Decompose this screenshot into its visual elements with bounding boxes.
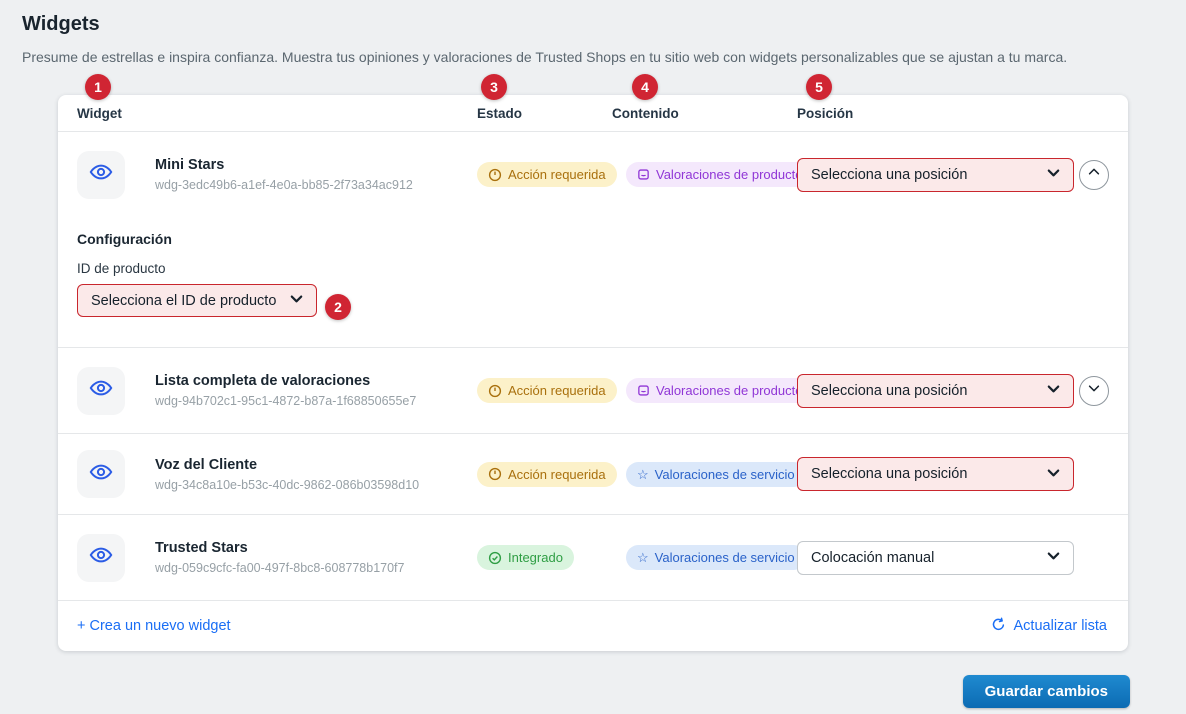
widget-row-mini-stars: Mini Stars wdg-3edc49b6-a1ef-4e0a-bb85-2… <box>58 132 1128 348</box>
collapse-row-button[interactable] <box>1079 159 1109 190</box>
page-title: Widgets <box>22 13 100 35</box>
status-badge: Acción requerida <box>477 378 617 403</box>
widget-name: Lista completa de valoraciones <box>155 373 371 389</box>
table-row: Trusted Stars wdg-059c9cfc-fa00-497f-8bc… <box>58 515 1128 600</box>
eye-icon <box>89 160 113 189</box>
refresh-list-link[interactable]: Actualizar lista <box>991 617 1107 636</box>
create-widget-link[interactable]: + Crea un nuevo widget <box>77 618 231 634</box>
clock-icon <box>488 384 502 398</box>
star-icon: ☆ <box>637 550 649 565</box>
expand-row-button[interactable] <box>1079 375 1109 406</box>
check-circle-icon <box>488 551 502 565</box>
status-badge: Acción requerida <box>477 162 617 187</box>
eye-icon <box>89 376 113 405</box>
product-box-icon <box>637 168 650 181</box>
position-select[interactable]: Selecciona una posición <box>797 157 1074 192</box>
eye-icon <box>89 543 113 572</box>
table-row: Lista completa de valoraciones wdg-94b70… <box>58 348 1128 433</box>
widget-id: wdg-94b702c1-95c1-4872-b87a-1f68850655e7 <box>155 394 417 408</box>
widget-row-trusted-stars: Trusted Stars wdg-059c9cfc-fa00-497f-8bc… <box>58 515 1128 601</box>
clock-icon <box>488 467 502 481</box>
position-select[interactable]: Selecciona una posición <box>797 373 1074 408</box>
widget-name: Voz del Cliente <box>155 456 258 473</box>
annotation-badge-5: 5 <box>806 74 832 100</box>
widget-id: wdg-059c9cfc-fa00-497f-8bc8-608778b170f7 <box>155 561 405 575</box>
preview-eye-button[interactable] <box>77 450 125 498</box>
chevron-down-icon <box>1087 381 1101 400</box>
eye-icon <box>89 460 113 489</box>
column-header-widget: Widget <box>77 105 122 121</box>
preview-eye-button[interactable] <box>77 533 125 582</box>
widgets-page: Widgets Presume de estrellas e inspira c… <box>0 0 1186 708</box>
annotation-badge-1: 1 <box>85 74 111 100</box>
preview-eye-button[interactable] <box>77 366 125 415</box>
column-header-contenido: Contenido <box>612 105 679 121</box>
widget-id: wdg-34c8a10e-b53c-40dc-9862-086b03598d10 <box>155 477 420 492</box>
content-badge: Valoraciones de producto <box>626 378 814 403</box>
config-title: Configuración <box>77 231 172 247</box>
widget-id: wdg-3edc49b6-a1ef-4e0a-bb85-2f73a34ac912 <box>155 178 413 192</box>
column-header-posicion: Posición <box>797 105 854 121</box>
widget-config-section: Configuración ID de producto Selecciona … <box>58 217 1128 347</box>
product-id-select[interactable]: Selecciona el ID de producto <box>77 284 317 317</box>
table-header: Widget Estado Contenido Posición <box>58 95 1128 132</box>
clock-icon <box>488 168 502 182</box>
chevron-down-icon <box>289 291 304 310</box>
widget-row-voz-del-cliente: Voz del Cliente wdg-34c8a10e-b53c-40dc-9… <box>58 434 1128 515</box>
annotation-badge-4: 4 <box>632 74 658 100</box>
product-id-label: ID de producto <box>77 261 166 276</box>
chevron-down-icon <box>1046 548 1061 567</box>
annotation-badge-2: 2 <box>325 294 351 320</box>
preview-eye-button[interactable] <box>77 150 125 199</box>
product-box-icon <box>637 384 650 397</box>
content-badge: Valoraciones de producto <box>626 162 814 187</box>
widgets-card: 1 2 3 4 5 Widget Estado Contenido Posici… <box>58 74 1128 651</box>
chevron-down-icon <box>1046 465 1061 484</box>
widget-name: Trusted Stars <box>155 540 248 556</box>
position-select[interactable]: Selecciona una posición <box>797 457 1074 491</box>
refresh-icon <box>991 617 1006 636</box>
position-select[interactable]: Colocación manual <box>797 540 1074 575</box>
card-footer: + Crea un nuevo widget Actualizar lista <box>58 601 1128 651</box>
chevron-down-icon <box>1046 381 1061 400</box>
column-header-estado: Estado <box>477 105 523 121</box>
content-badge: ☆ Valoraciones de servicio <box>626 461 806 487</box>
status-badge: Integrado <box>477 545 574 570</box>
save-changes-button[interactable]: Guardar cambios <box>962 675 1130 708</box>
status-badge: Acción requerida <box>477 461 617 487</box>
actions-bar: Guardar cambios <box>22 675 1130 708</box>
content-badge: ☆ Valoraciones de servicio <box>626 545 806 570</box>
star-icon: ☆ <box>637 466 649 482</box>
chevron-down-icon <box>1046 165 1061 184</box>
widget-name: Mini Stars <box>155 157 225 173</box>
table-row: Mini Stars wdg-3edc49b6-a1ef-4e0a-bb85-2… <box>58 132 1128 217</box>
page-subtitle: Presume de estrellas e inspira confianza… <box>22 49 1068 65</box>
widget-row-lista-completa: Lista completa de valoraciones wdg-94b70… <box>58 348 1128 434</box>
chevron-up-icon <box>1087 165 1101 184</box>
annotation-badge-3: 3 <box>481 74 507 100</box>
table-row: Voz del Cliente wdg-34c8a10e-b53c-40dc-9… <box>58 434 1128 514</box>
